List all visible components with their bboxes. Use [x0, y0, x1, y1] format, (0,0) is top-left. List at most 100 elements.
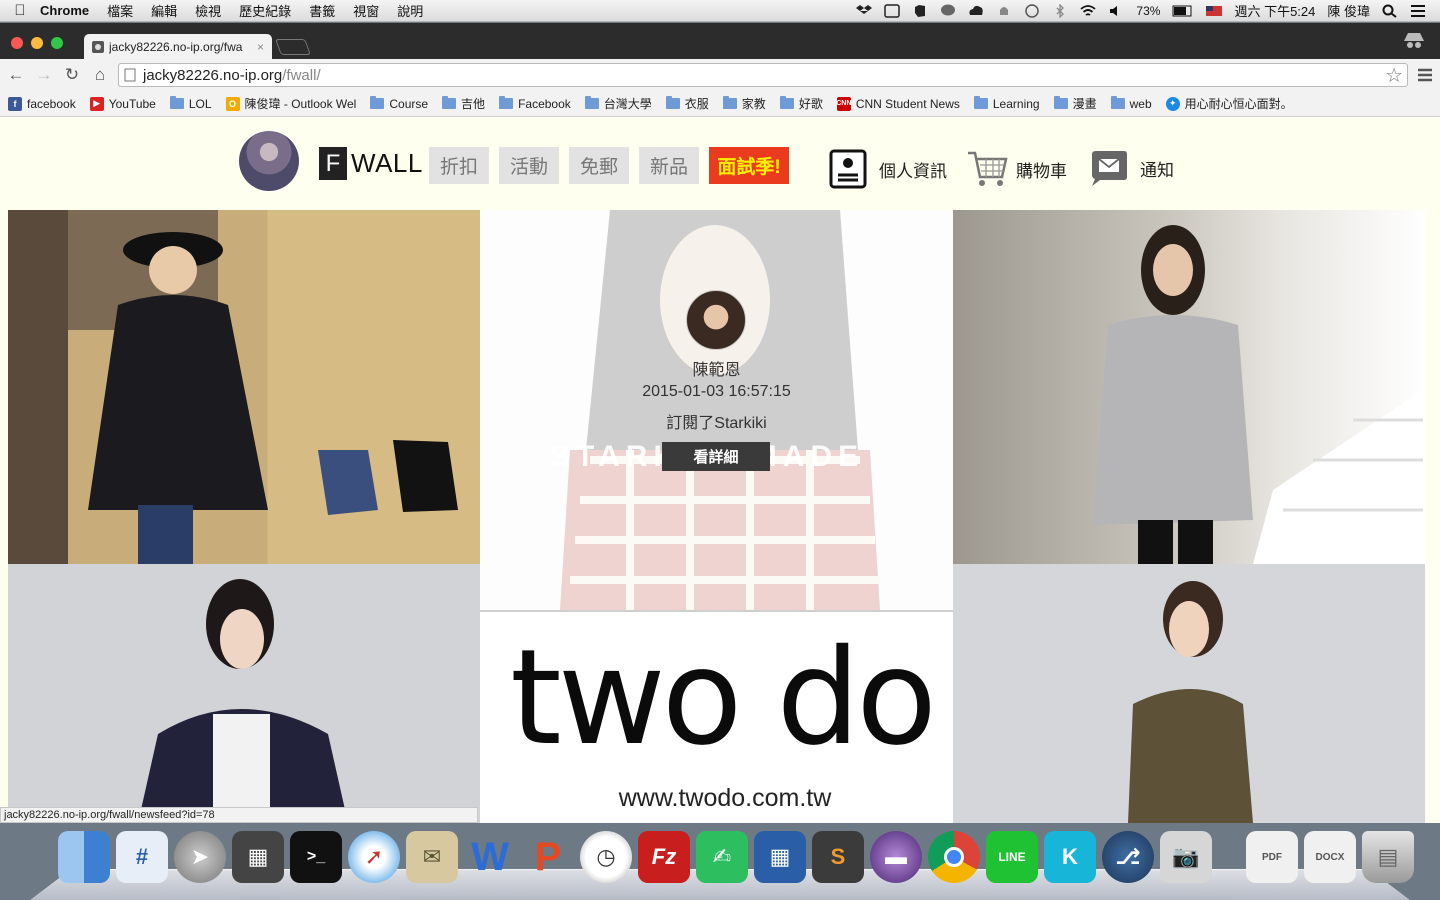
user-name[interactable]: 陳 俊瑋	[1327, 1, 1370, 20]
notification-center-icon[interactable]	[1410, 4, 1426, 18]
evernote-tray-icon[interactable]	[912, 4, 928, 18]
bookmark-folder-lol[interactable]: LOL	[169, 96, 212, 111]
bookmark-folder-facebook[interactable]: Facebook	[499, 96, 571, 111]
zoom-window-icon[interactable]	[51, 37, 63, 49]
eclipse-icon[interactable]: ▬	[870, 831, 922, 883]
word-icon[interactable]: W	[464, 831, 516, 883]
page-info-icon[interactable]	[123, 68, 137, 82]
trash-icon[interactable]: ▤	[1362, 831, 1414, 883]
evernote-icon[interactable]: ✍	[696, 831, 748, 883]
bookmark-folder-songs[interactable]: 好歌	[779, 95, 823, 112]
mission-control-icon[interactable]: ▦	[232, 831, 284, 883]
nav-interview-season[interactable]: 面試季!	[709, 147, 789, 184]
chrome-icon[interactable]	[928, 831, 980, 883]
view-detail-button[interactable]: 看詳細	[662, 442, 770, 471]
bookmark-folder-course[interactable]: Course	[370, 96, 428, 111]
battery-icon[interactable]	[1172, 4, 1194, 18]
bluetooth-icon[interactable]	[1052, 3, 1068, 18]
menu-history[interactable]: 歷史紀錄	[239, 1, 291, 20]
safari-icon[interactable]: ➚	[348, 831, 400, 883]
back-icon[interactable]: ←	[6, 65, 26, 85]
mail-icon[interactable]: ✉	[406, 831, 458, 883]
us-flag-icon[interactable]	[1206, 4, 1223, 18]
filezilla-icon[interactable]: Fz	[638, 831, 690, 883]
twodo-ad[interactable]: two do www.twodo.com.tw	[480, 610, 953, 823]
nav-new-items[interactable]: 新品	[639, 147, 699, 184]
menu-window[interactable]: 視窗	[353, 1, 379, 20]
terminal-icon[interactable]: >_	[290, 831, 342, 883]
bookmark-youtube[interactable]: ▶ YouTube	[89, 96, 156, 111]
bookmark-folder-clothes[interactable]: 衣服	[665, 95, 709, 112]
spotlight-icon[interactable]	[1382, 4, 1398, 18]
tab-close-icon[interactable]: ×	[257, 40, 264, 54]
wifi-icon[interactable]	[1080, 4, 1097, 18]
forward-icon[interactable]: →	[34, 65, 54, 85]
bookmark-motto[interactable]: ✦ 用心耐心恒心面對。	[1165, 95, 1293, 112]
menu-view[interactable]: 檢視	[195, 1, 221, 20]
nav-notifications[interactable]: 通知	[1090, 149, 1174, 187]
nav-cart-label: 購物車	[1016, 161, 1067, 181]
clock[interactable]: 週六 下午5:24	[1234, 1, 1315, 20]
virtualbox-icon[interactable]: ▦	[754, 831, 806, 883]
sourcetree-icon[interactable]: ⎇	[1102, 831, 1154, 883]
dropbox-icon[interactable]	[856, 4, 873, 18]
finder-icon[interactable]	[58, 831, 110, 883]
menu-file[interactable]: 檔案	[107, 1, 133, 20]
cloud-icon[interactable]	[968, 4, 984, 18]
product-tile[interactable]	[8, 210, 480, 564]
apple-menu-icon[interactable]: 	[0, 2, 40, 19]
menu-edit[interactable]: 編輯	[151, 1, 177, 20]
bookmark-folder-web[interactable]: web	[1110, 96, 1152, 111]
clock-icon[interactable]: ◷	[580, 831, 632, 883]
product-tile[interactable]	[8, 564, 480, 823]
bookmark-folder-comics[interactable]: 漫畫	[1053, 95, 1097, 112]
bookmark-folder-ntu[interactable]: 台灣大學	[584, 95, 652, 112]
bookmark-cnn[interactable]: CNN CNN Student News	[836, 96, 960, 111]
site-logo[interactable]: F WALL	[319, 147, 423, 180]
bell-icon[interactable]	[996, 4, 1012, 18]
tab-active[interactable]: jacky82226.no-ip.org/fwa ×	[84, 34, 272, 59]
notes-icon[interactable]	[884, 3, 901, 18]
menu-help[interactable]: 說明	[397, 1, 423, 20]
time-machine-icon[interactable]	[1024, 3, 1040, 18]
home-icon[interactable]: ⌂	[90, 65, 110, 85]
pdf-document-icon[interactable]: PDF	[1246, 831, 1298, 883]
volume-icon[interactable]	[1108, 4, 1124, 18]
bookmark-star-icon[interactable]: ☆	[1385, 63, 1403, 88]
kkbox-icon[interactable]: K	[1044, 831, 1096, 883]
preview-icon[interactable]: 📷	[1160, 831, 1212, 883]
launchpad-icon[interactable]: ➤	[174, 831, 226, 883]
line-icon[interactable]: LINE	[986, 831, 1038, 883]
line-tray-icon[interactable]	[940, 4, 956, 18]
bookmark-folder-learning[interactable]: Learning	[973, 96, 1040, 111]
nav-cart[interactable]: 購物車	[966, 149, 1067, 189]
nav-events[interactable]: 活動	[499, 147, 559, 184]
sublime-text-icon[interactable]: S	[812, 831, 864, 883]
profile-avatar-icon[interactable]	[1400, 29, 1428, 55]
bookmark-folder-guitar[interactable]: 吉他	[442, 95, 485, 112]
nav-profile[interactable]: 個人資訊	[829, 149, 947, 189]
new-tab-button[interactable]	[275, 39, 311, 55]
user-avatar[interactable]	[239, 131, 299, 191]
nav-free-shipping[interactable]: 免郵	[569, 147, 629, 184]
bookmark-facebook[interactable]: f facebook	[8, 96, 76, 111]
close-window-icon[interactable]	[11, 37, 23, 49]
feed-user-avatar[interactable]	[686, 290, 746, 350]
app-menu[interactable]: Chrome	[40, 3, 89, 18]
menu-bookmarks[interactable]: 書籤	[309, 1, 335, 20]
bookmark-folder-tutor[interactable]: 家教	[722, 95, 766, 112]
product-tile[interactable]	[953, 564, 1425, 823]
powerpoint-icon[interactable]: P	[522, 831, 574, 883]
dashboard-icon[interactable]: #	[116, 831, 168, 883]
reload-icon[interactable]: ↻	[62, 65, 82, 85]
nav-discount[interactable]: 折扣	[429, 147, 489, 184]
chrome-menu-icon[interactable]	[1416, 67, 1434, 83]
product-tile[interactable]	[953, 210, 1425, 564]
docx-document-icon[interactable]: DOCX	[1304, 831, 1356, 883]
folder-icon	[665, 96, 680, 109]
address-bar[interactable]: jacky82226.no-ip.org/fwall/ ☆	[118, 63, 1408, 87]
bookmark-outlook[interactable]: O 陳俊瑋 - Outlook Wel	[225, 95, 356, 112]
newsfeed-card[interactable]: STARKIKI MADE 陳範恩 2015-01-03 16:57:15 訂閱…	[480, 210, 953, 610]
battery-percent[interactable]: 73%	[1136, 4, 1160, 18]
minimize-window-icon[interactable]	[31, 37, 43, 49]
